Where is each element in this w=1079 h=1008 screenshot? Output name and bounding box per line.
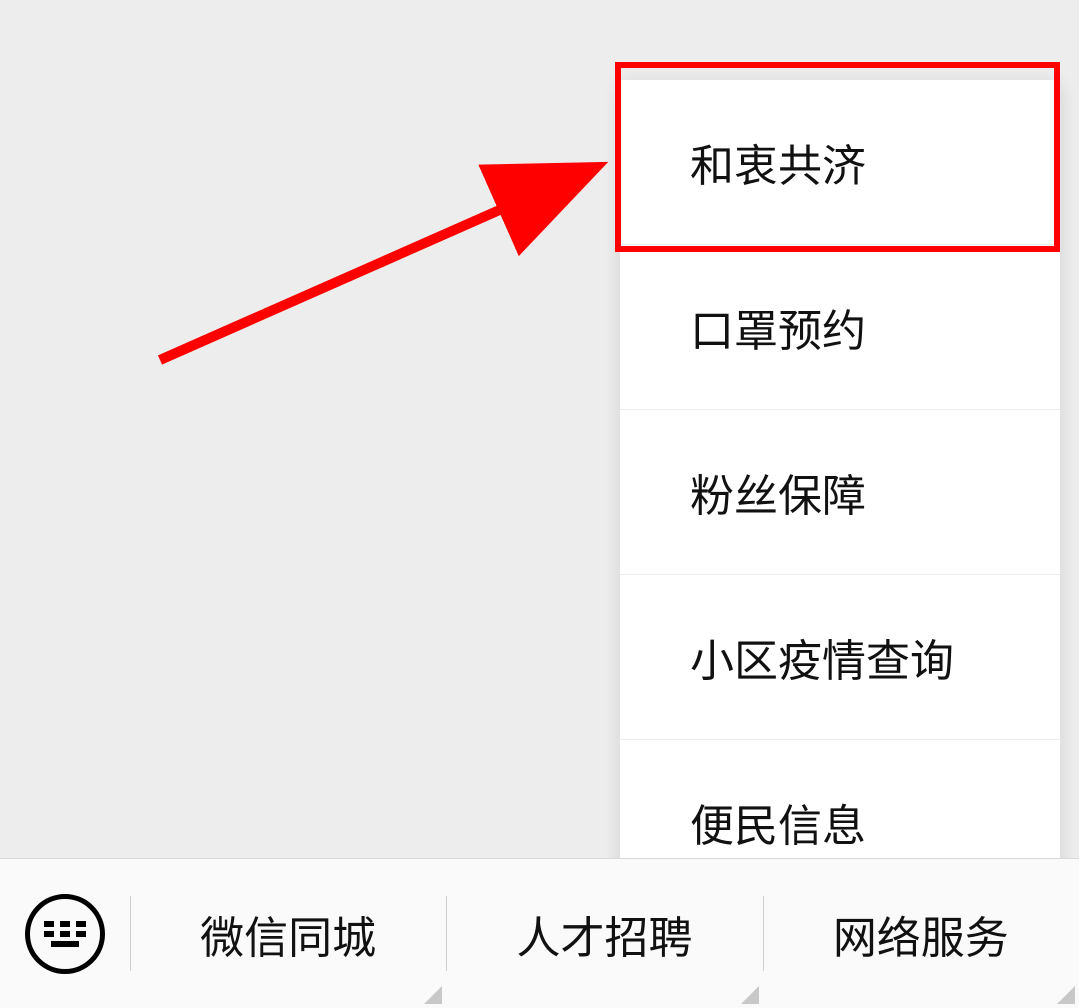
popup-item-3[interactable]: 小区疫情查询: [620, 575, 1060, 740]
bottom-menu-item-2[interactable]: 网络服务: [763, 859, 1079, 1008]
bottom-menu-label-0: 微信同城: [200, 902, 376, 966]
submenu-indicator-icon: [741, 986, 759, 1004]
submenu-indicator-icon: [1057, 986, 1075, 1004]
popup-menu: 和衷共济 口罩预约 粉丝保障 小区疫情查询 便民信息: [620, 80, 1060, 904]
separator-icon: [130, 896, 131, 971]
bottom-menu-label-2: 网络服务: [833, 902, 1009, 966]
bottom-menu-label-1: 人才招聘: [516, 902, 692, 966]
submenu-indicator-icon: [424, 986, 442, 1004]
popup-item-2[interactable]: 粉丝保障: [620, 410, 1060, 575]
keyboard-toggle-button[interactable]: [0, 859, 130, 1008]
annotation-arrow-icon: [150, 140, 620, 380]
separator-icon: [763, 896, 764, 971]
popup-item-0[interactable]: 和衷共济: [620, 80, 1060, 245]
keyboard-icon: [25, 894, 105, 974]
bottom-menu-item-1[interactable]: 人才招聘: [446, 859, 762, 1008]
separator-icon: [446, 896, 447, 971]
bottom-menu-item-0[interactable]: 微信同城: [130, 859, 446, 1008]
popup-item-1[interactable]: 口罩预约: [620, 245, 1060, 410]
bottom-menu-bar: 微信同城 人才招聘 网络服务: [0, 858, 1079, 1008]
